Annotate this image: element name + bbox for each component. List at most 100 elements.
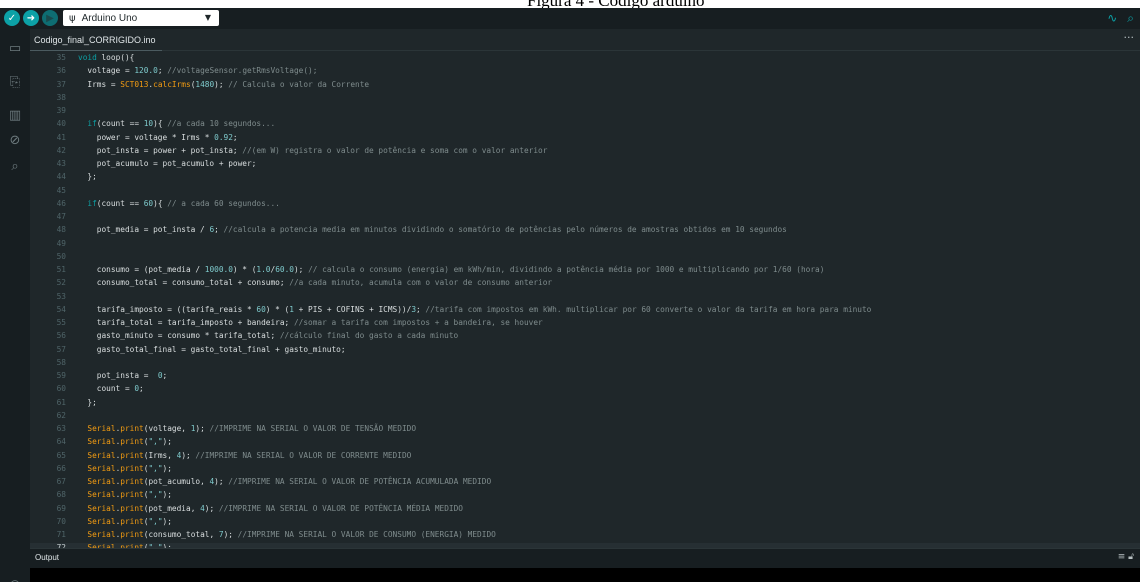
code-line[interactable]: 37 Irms = SCT013.calcIrms(1480); // Calc… (30, 80, 1140, 90)
debug-button[interactable]: ▶ (42, 10, 58, 26)
code-line[interactable]: 57 gasto_total_final = gasto_total_final… (30, 345, 1140, 355)
code-line[interactable]: 67 Serial.print(pot_acumulo, 4); //IMPRI… (30, 477, 1140, 487)
line-number: 70 (56, 516, 66, 526)
code-line[interactable]: 68 Serial.print(","); (30, 490, 1140, 500)
code-line[interactable]: 47 (30, 212, 1140, 222)
code-text: }; (78, 397, 97, 407)
code-line[interactable]: 71 Serial.print(consumo_total, 7); //IMP… (30, 530, 1140, 540)
line-number: 65 (56, 450, 66, 460)
pulse-icon[interactable]: ∿ (1107, 11, 1117, 26)
line-number: 53 (56, 291, 66, 301)
lock-icon[interactable]: 🔓︎ (1128, 552, 1134, 562)
code-text: Serial.print(pot_media, 4); //IMPRIME NA… (87, 503, 463, 513)
verify-button[interactable]: ✓ (4, 10, 20, 26)
code-line[interactable]: 35 void loop(){ (30, 53, 1140, 63)
line-number: 67 (56, 477, 66, 486)
code-line[interactable]: 62 (30, 411, 1140, 421)
code-line[interactable]: 38 (30, 93, 1140, 103)
code-line[interactable]: 40 if(count == 10){ //a cada 10 segundos… (30, 119, 1140, 129)
line-number: 40 (56, 119, 66, 129)
line-number: 35 (56, 53, 66, 62)
code-text: gasto_minuto = consumo * tarifa_total; /… (78, 331, 459, 341)
code-line[interactable]: 65 Serial.print(Irms, 4); //IMPRIME NA S… (30, 451, 1140, 461)
code-text: Irms = SCT013.calcIrms(1480); // Calcula… (78, 79, 370, 89)
code-line[interactable]: 58 (30, 358, 1140, 368)
code-line[interactable]: 36 voltage = 120.0; //voltageSensor.getR… (30, 66, 1140, 76)
clear-output-icon[interactable]: ≡ (1118, 552, 1126, 562)
line-number: 61 (56, 397, 66, 407)
line-number: 64 (56, 437, 66, 447)
line-number: 44 (56, 172, 66, 182)
code-text: tarifa_imposto = ((tarifa_reais * 60) * … (78, 304, 872, 314)
code-line[interactable]: 50 (30, 252, 1140, 262)
line-number: 62 (56, 410, 66, 420)
code-line[interactable]: 45 (30, 186, 1140, 196)
code-text: void loop(){ (78, 53, 135, 62)
code-line[interactable]: 52 consumo_total = consumo_total + consu… (30, 278, 1140, 288)
line-number: 47 (56, 212, 66, 221)
board-selector[interactable]: ψ Arduino Uno ▼ (63, 10, 219, 26)
tab-label: Codigo_final_CORRIGIDO.ino (34, 34, 156, 45)
debug-icon[interactable]: ⊘ (6, 131, 24, 149)
code-text: }; (78, 172, 97, 182)
folder-icon[interactable]: ▭ (6, 39, 24, 57)
arduino-ide-window: ✓ ➜ ▶ ψ Arduino Uno ▼ ∿ ⌕ ▭ ⎘ ▥ ⊘ ⌕ ◎ Co… (0, 8, 1140, 582)
line-number: 41 (56, 132, 66, 142)
search-icon[interactable]: ⌕ (6, 157, 24, 175)
line-number: 51 (56, 265, 66, 274)
code-line[interactable]: 49 (30, 239, 1140, 249)
code-line[interactable]: 55 tarifa_total = tarifa_imposto + bande… (30, 318, 1140, 328)
code-text: pot_media = pot_insta / 6; //calcula a p… (78, 225, 787, 235)
account-icon[interactable]: ◎ (8, 577, 22, 582)
code-line[interactable]: 70 Serial.print(","); (30, 517, 1140, 527)
more-icon[interactable]: ··· (1124, 31, 1135, 44)
usb-icon: ψ (69, 12, 76, 24)
line-number: 39 (56, 106, 66, 115)
line-number: 52 (56, 278, 66, 288)
code-text: if(count == 10){ //a cada 10 segundos... (87, 119, 276, 129)
tab-sketch[interactable]: Codigo_final_CORRIGIDO.ino (30, 29, 162, 51)
code-line[interactable]: 56 gasto_minuto = consumo * tarifa_total… (30, 331, 1140, 341)
line-number: 46 (56, 198, 66, 208)
code-line[interactable]: 69 Serial.print(pot_media, 4); //IMPRIME… (30, 504, 1140, 514)
code-text: Serial.print(pot_acumulo, 4); //IMPRIME … (87, 477, 492, 486)
line-number: 55 (56, 318, 66, 327)
code-line[interactable]: 43 pot_acumulo = pot_acumulo + power; (30, 159, 1140, 169)
code-line[interactable]: 60 count = 0; (30, 384, 1140, 394)
upload-button[interactable]: ➜ (23, 10, 39, 26)
output-label: Output (35, 553, 60, 562)
code-line[interactable]: 42 pot_insta = power + pot_insta; //(em … (30, 146, 1140, 156)
board-name: Arduino Uno (81, 12, 138, 24)
code-editor[interactable]: 35 void loop(){ 36 voltage = 120.0; //volt… (30, 51, 1140, 548)
code-line[interactable]: 54 tarifa_imposto = ((tarifa_reais * 60)… (30, 305, 1140, 315)
code-line[interactable]: 64 Serial.print(","); (30, 437, 1140, 447)
code-text: Serial.print(Irms, 4); //IMPRIME NA SERI… (87, 450, 412, 460)
arrow-right-icon: ➜ (26, 12, 36, 24)
magnifier-icon[interactable]: ⌕ (1127, 11, 1134, 26)
code-line[interactable]: 53 (30, 292, 1140, 302)
line-number: 49 (56, 238, 66, 248)
code-line[interactable]: 46 if(count == 60){ // a cada 60 segundo… (30, 199, 1140, 209)
line-number: 69 (56, 503, 66, 513)
board-manager-icon[interactable]: ⎘ (6, 73, 24, 91)
library-icon[interactable]: ▥ (6, 106, 24, 124)
code-text: power = voltage * Irms * 0.92; (78, 132, 238, 142)
code-line[interactable]: 41 power = voltage * Irms * 0.92; (30, 133, 1140, 143)
code-text: Serial.print(consumo_total, 7); //IMPRIM… (87, 530, 496, 539)
code-text: if(count == 60){ // a cada 60 segundos..… (87, 198, 280, 208)
code-text: Serial.print(","); (87, 516, 172, 526)
code-text: pot_insta = power + pot_insta; //(em W) … (78, 145, 548, 155)
code-line[interactable]: 44 }; (30, 172, 1140, 182)
code-line[interactable]: 39 (30, 106, 1140, 116)
code-line[interactable]: 63 Serial.print(voltage, 1); //IMPRIME N… (30, 424, 1140, 434)
code-text: count = 0; (78, 384, 144, 394)
code-line[interactable]: 51 consumo = (pot_media / 1000.0) * (1.0… (30, 265, 1140, 275)
line-number: 48 (56, 225, 66, 235)
code-line[interactable]: 66 Serial.print(","); (30, 464, 1140, 474)
tab-bar: Codigo_final_CORRIGIDO.ino ··· (30, 29, 1140, 51)
code-line[interactable]: 59 pot_insta = 0; (30, 371, 1140, 381)
chevron-down-icon: ▼ (204, 13, 211, 22)
code-line[interactable]: 61 }; (30, 398, 1140, 408)
code-line[interactable]: 48 pot_media = pot_insta / 6; //calcula … (30, 225, 1140, 235)
line-number: 58 (56, 357, 66, 367)
